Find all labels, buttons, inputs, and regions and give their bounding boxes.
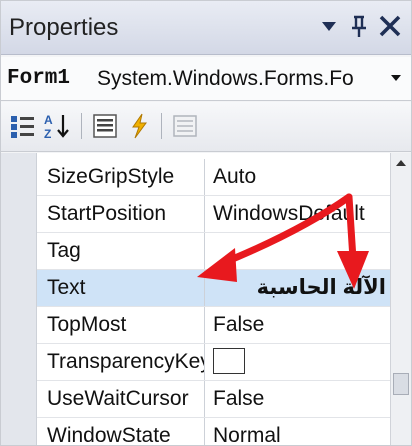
properties-toolbar: A Z [1, 102, 411, 152]
object-type: System.Windows.Forms.Fo [97, 67, 354, 90]
property-name: StartPosition [37, 196, 205, 232]
property-name: Text [37, 270, 205, 306]
property-value[interactable] [205, 233, 390, 269]
chevron-down-icon[interactable] [389, 67, 403, 94]
object-selector[interactable]: Form1 System.Windows.Forms.Fo [1, 57, 411, 101]
toolbar-separator [81, 113, 82, 139]
property-row-text[interactable]: Text الآلة الحاسبة [37, 270, 390, 307]
properties-icon[interactable] [91, 112, 119, 140]
property-name: WindowState [37, 418, 205, 445]
property-row-windowstate[interactable]: WindowState Normal [37, 418, 390, 445]
title-bar[interactable]: Properties [1, 1, 411, 55]
property-name: TransparencyKey [37, 344, 205, 380]
svg-text:Z: Z [44, 127, 51, 140]
scroll-up-icon[interactable] [391, 153, 411, 177]
property-rows: SizeGripStyle Auto StartPosition Windows… [37, 159, 390, 445]
color-swatch [213, 347, 245, 374]
events-icon[interactable] [125, 112, 153, 140]
grid-left-margin [1, 153, 37, 445]
property-value[interactable]: Normal [205, 418, 390, 445]
property-row-tag[interactable]: Tag [37, 233, 390, 270]
vertical-scrollbar[interactable] [390, 153, 411, 445]
property-value[interactable]: Auto [205, 159, 390, 195]
property-row-sizegripstyle[interactable]: SizeGripStyle Auto [37, 159, 390, 196]
properties-window: Properties Form1 System.Windows.Forms.Fo [0, 0, 412, 446]
property-row-usewaitcursor[interactable]: UseWaitCursor False [37, 381, 390, 418]
property-value[interactable]: الآلة الحاسبة [205, 270, 390, 306]
scroll-thumb[interactable] [393, 373, 409, 395]
property-value[interactable]: WindowsDefault [205, 196, 390, 232]
property-value[interactable] [205, 344, 390, 380]
property-name: UseWaitCursor [37, 381, 205, 417]
alphabetical-icon[interactable]: A Z [43, 112, 71, 141]
toolbar-separator [161, 113, 162, 139]
property-row-topmost[interactable]: TopMost False [37, 307, 390, 344]
window-position-dropdown-icon[interactable] [315, 11, 343, 41]
svg-text:A: A [44, 113, 53, 127]
property-value[interactable]: False [205, 381, 390, 417]
object-name: Form1 [7, 67, 71, 90]
property-pages-icon[interactable] [171, 112, 199, 140]
property-row-startposition[interactable]: StartPosition WindowsDefault [37, 196, 390, 233]
property-name: TopMost [37, 307, 205, 343]
property-name: SizeGripStyle [37, 159, 205, 195]
close-icon[interactable] [375, 11, 405, 41]
property-value[interactable]: False [205, 307, 390, 343]
categorized-icon[interactable] [9, 112, 37, 140]
pin-icon[interactable] [345, 11, 373, 41]
window-title: Properties [9, 14, 119, 41]
property-name: Tag [37, 233, 205, 269]
property-row-transparencykey[interactable]: TransparencyKey [37, 344, 390, 381]
property-grid: SizeGripStyle Auto StartPosition Windows… [1, 153, 411, 445]
